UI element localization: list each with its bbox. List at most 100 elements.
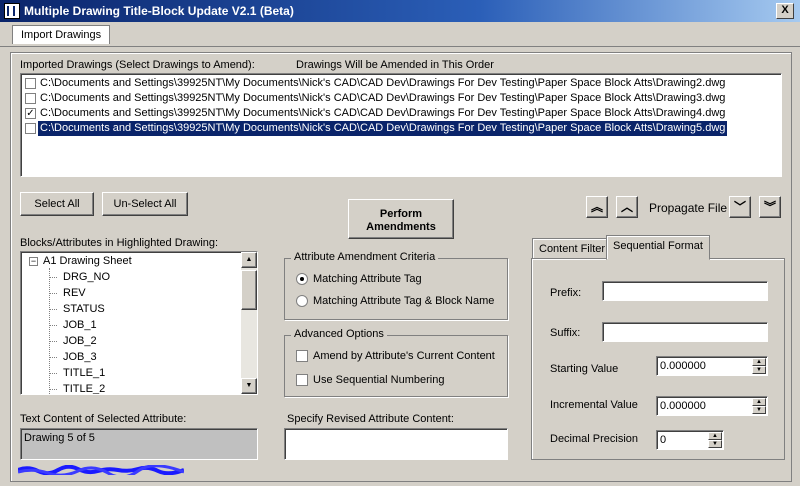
advanced-group: Advanced Options Amend by Attribute's Cu…: [284, 328, 508, 397]
tree-child-label: JOB_2: [63, 335, 97, 347]
text-content-label: Text Content of Selected Attribute:: [20, 413, 187, 425]
drawings-list[interactable]: C:\Documents and Settings\39925NT\My Doc…: [20, 73, 782, 177]
suffix-label: Suffix:: [550, 327, 581, 339]
advanced-group-label: Advanced Options: [291, 328, 387, 340]
scribble-graphic: [17, 464, 185, 479]
import-drawings-menu[interactable]: Import Drawings: [12, 25, 111, 44]
starting-up-arrow-icon[interactable]: ▲: [752, 358, 766, 366]
precision-down-arrow-icon[interactable]: ▼: [708, 440, 722, 448]
tree-child-label: TITLE_1: [63, 367, 106, 379]
incremental-value-label: Incremental Value: [550, 399, 638, 411]
tab-content-filter[interactable]: Content Filter: [532, 238, 613, 259]
menu-bar: Import Drawings: [0, 22, 800, 47]
blocks-tree[interactable]: − A1 Drawing Sheet DRG_NO REV STATUS JOB_1 JOB…: [20, 251, 258, 395]
scroll-thumb[interactable]: [241, 270, 257, 310]
drawing-list-item[interactable]: C:\Documents and Settings\39925NT\My Doc…: [21, 91, 779, 106]
blocks-label: Blocks/Attributes in Highlighted Drawing…: [20, 237, 219, 249]
incremental-down-arrow-icon[interactable]: ▼: [752, 406, 766, 414]
tree-child-label: JOB_1: [63, 319, 97, 331]
order-label: Drawings Will be Amended in This Order: [296, 59, 494, 71]
prefix-label: Prefix:: [550, 287, 582, 299]
radio-matching-tag-block[interactable]: [296, 295, 308, 307]
drawing-list-item[interactable]: C:\Documents and Settings\39925NT\My Doc…: [21, 120, 779, 137]
scroll-down-arrow-icon[interactable]: ▼: [241, 378, 257, 394]
perform-amendments-button[interactable]: Perform Amendments: [348, 199, 454, 239]
move-up-button[interactable]: ︿: [616, 196, 638, 218]
app-icon: [4, 3, 20, 19]
tree-root-label: A1 Drawing Sheet: [43, 255, 132, 267]
amend-current-content-label: Amend by Attribute's Current Content: [313, 350, 495, 362]
tree-child-label: REV: [63, 287, 86, 299]
criteria-group-label: Attribute Amendment Criteria: [291, 251, 439, 263]
scroll-up-arrow-icon[interactable]: ▲: [241, 252, 257, 268]
chevron-down-icon: ﹀: [733, 200, 746, 214]
precision-up-arrow-icon[interactable]: ▲: [708, 432, 722, 440]
drawing-checkbox[interactable]: [25, 123, 36, 134]
double-chevron-down-icon: ︾: [763, 200, 776, 214]
sequential-format-panel: Prefix: Suffix: Starting Value 0.000000 …: [531, 258, 785, 460]
double-chevron-up-icon: ︽: [590, 200, 603, 214]
drawing-checkbox[interactable]: ✓: [25, 108, 36, 119]
tree-child-label: JOB_3: [63, 351, 97, 363]
drawing-path: C:\Documents and Settings\39925NT\My Doc…: [36, 120, 729, 137]
starting-value-stepper[interactable]: 0.000000 ▲ ▼: [656, 356, 768, 376]
imported-drawings-label: Imported Drawings (Select Drawings to Am…: [20, 59, 255, 71]
tree-branch: [49, 277, 57, 278]
tree-branch: [49, 357, 57, 358]
starting-value-label: Starting Value: [550, 363, 619, 375]
radio-matching-tag-label: Matching Attribute Tag: [313, 273, 422, 285]
tree-child-label: TITLE_2: [63, 383, 106, 395]
radio-matching-tag[interactable]: [296, 273, 308, 285]
revised-content-label: Specify Revised Attribute Content:: [287, 413, 454, 425]
tree-connector-line: [49, 268, 50, 394]
starting-down-arrow-icon[interactable]: ▼: [752, 366, 766, 374]
select-all-button[interactable]: Select All: [20, 192, 94, 216]
propagate-file-label: Propagate File: [649, 201, 728, 215]
close-button[interactable]: X: [776, 3, 794, 19]
perform-label-line1: Perform: [379, 208, 423, 220]
tree-branch: [49, 389, 57, 390]
amend-current-content-checkbox[interactable]: [296, 350, 308, 362]
tree-branch: [49, 325, 57, 326]
drawing-checkbox[interactable]: [25, 78, 36, 89]
tree-branch: [49, 293, 57, 294]
move-to-top-button[interactable]: ︽: [586, 196, 608, 218]
sequential-numbering-label: Use Sequential Numbering: [313, 374, 445, 386]
tree-branch: [49, 373, 57, 374]
decimal-precision-label: Decimal Precision: [550, 433, 639, 445]
tab-sequential-format[interactable]: Sequential Format: [606, 235, 710, 260]
text-content-field: Drawing 5 of 5: [20, 428, 258, 460]
incremental-value-stepper[interactable]: 0.000000 ▲ ▼: [656, 396, 768, 416]
tree-branch: [49, 341, 57, 342]
starting-value-text: 0.000000: [660, 360, 706, 372]
unselect-all-button[interactable]: Un-Select All: [102, 192, 188, 216]
tree-scrollbar[interactable]: ▲ ▼: [241, 252, 257, 394]
criteria-group: Attribute Amendment Criteria Matching At…: [284, 251, 508, 320]
decimal-precision-stepper[interactable]: 0 ▲ ▼: [656, 430, 724, 450]
incremental-up-arrow-icon[interactable]: ▲: [752, 398, 766, 406]
sequential-numbering-checkbox[interactable]: [296, 374, 308, 386]
incremental-value-text: 0.000000: [660, 400, 706, 412]
radio-matching-tag-block-label: Matching Attribute Tag & Block Name: [313, 295, 495, 307]
revised-content-input[interactable]: [284, 428, 508, 460]
move-to-bottom-button[interactable]: ︾: [759, 196, 781, 218]
drawing-list-item[interactable]: C:\Documents and Settings\39925NT\My Doc…: [21, 76, 779, 91]
window-title: Multiple Drawing Title-Block Update V2.1…: [24, 4, 294, 18]
drawing-list-item[interactable]: ✓ C:\Documents and Settings\39925NT\My Do…: [21, 106, 779, 121]
drawing-path: C:\Documents and Settings\39925NT\My Doc…: [40, 107, 726, 119]
chevron-up-icon: ︿: [620, 200, 633, 214]
drawing-path: C:\Documents and Settings\39925NT\My Doc…: [40, 77, 726, 89]
title-bar[interactable]: Multiple Drawing Title-Block Update V2.1…: [0, 0, 800, 22]
tree-branch: [49, 309, 57, 310]
decimal-precision-text: 0: [660, 434, 667, 446]
tree-child-label: DRG_NO: [63, 271, 111, 283]
tree-child-label: STATUS: [63, 303, 105, 315]
redacted-footer-scribble: [17, 464, 185, 479]
perform-label-line2: Amendments: [366, 221, 436, 233]
suffix-input[interactable]: [602, 322, 768, 342]
drawing-checkbox[interactable]: [25, 93, 36, 104]
prefix-input[interactable]: [602, 281, 768, 301]
drawing-path: C:\Documents and Settings\39925NT\My Doc…: [40, 92, 726, 104]
move-down-button[interactable]: ﹀: [729, 196, 751, 218]
collapse-icon[interactable]: −: [29, 257, 38, 266]
